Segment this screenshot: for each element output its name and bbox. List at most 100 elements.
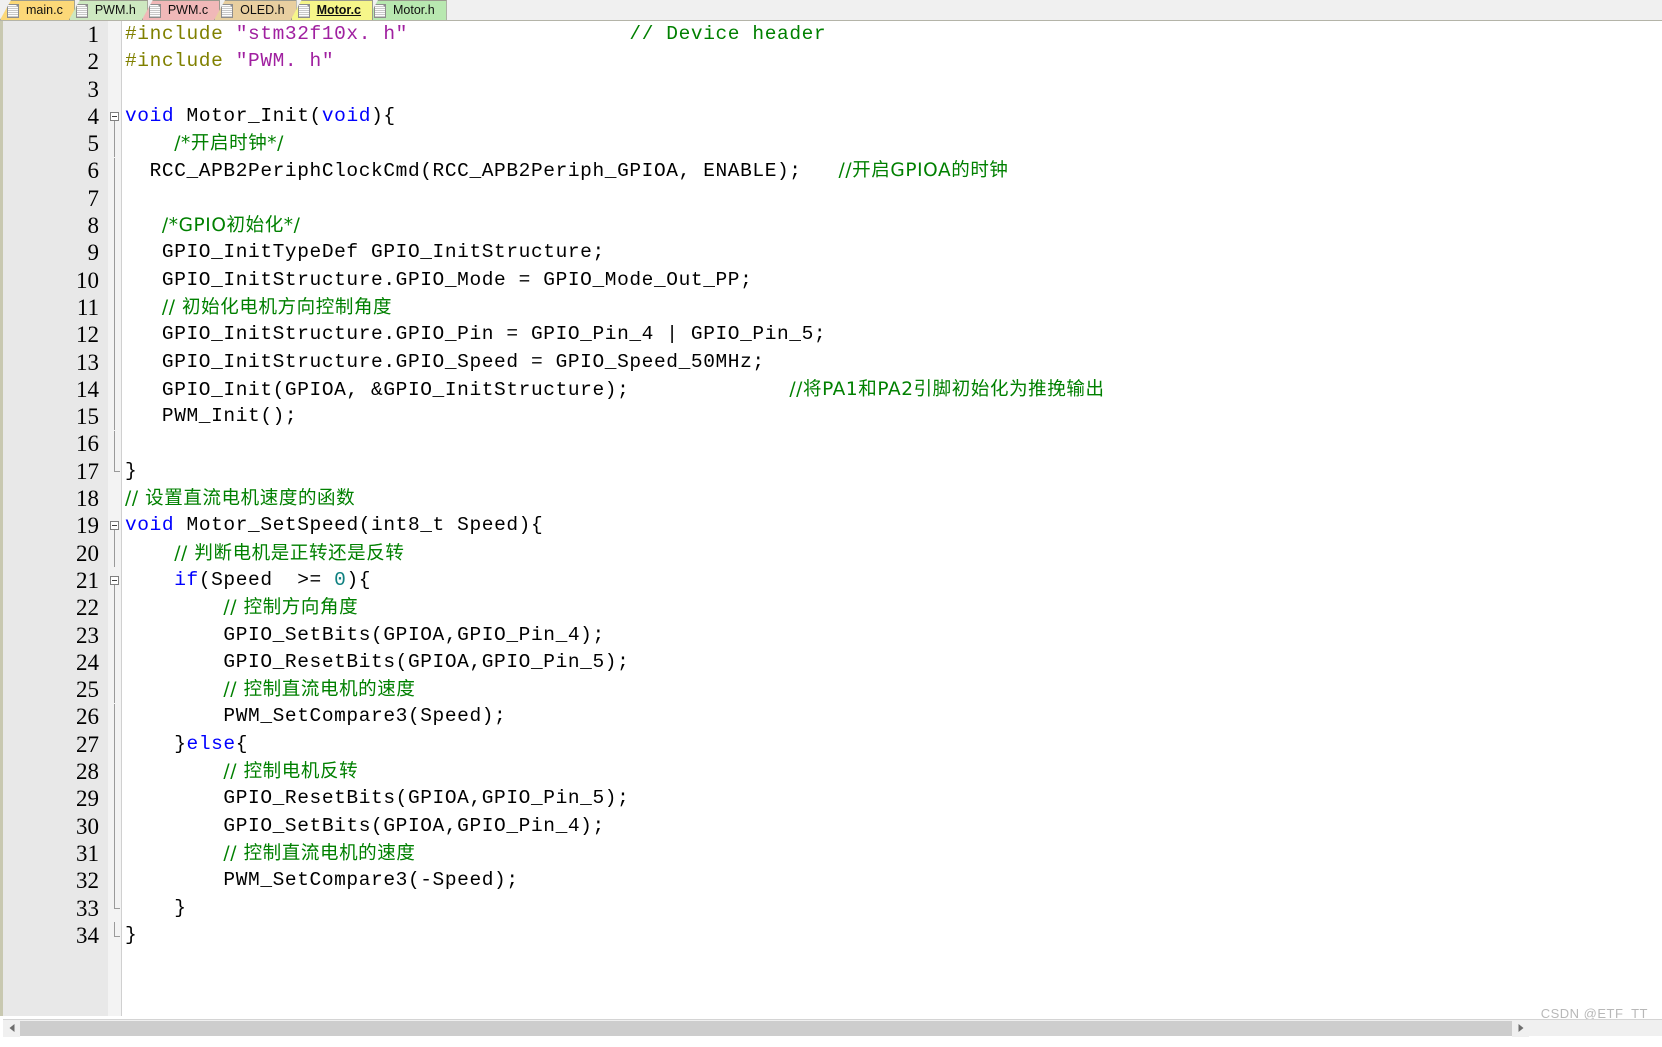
code-line[interactable]: void Motor_SetSpeed(int8_t Speed){ — [122, 512, 1662, 539]
code-line[interactable]: // 控制直流电机的速度 — [122, 676, 1662, 703]
line-number: 16 — [76, 431, 99, 457]
code-line[interactable]: /*开启时钟*/ — [122, 130, 1662, 157]
fold-end-marker — [114, 471, 120, 473]
horizontal-scrollbar[interactable]: CSDN @ETF_TT — [0, 1006, 1662, 1047]
code-token-kw: void — [321, 104, 372, 127]
code-line[interactable]: PWM_Init(); — [122, 403, 1662, 430]
code-line[interactable]: } — [122, 895, 1662, 922]
fold-line — [114, 321, 115, 349]
code-line[interactable]: GPIO_InitStructure.GPIO_Pin = GPIO_Pin_4… — [122, 321, 1662, 348]
code-token-cmt: // 初始化电机方向控制角度 — [161, 296, 393, 318]
line-number: 10 — [76, 267, 99, 293]
fold-line — [114, 730, 115, 759]
document-icon — [7, 3, 19, 18]
code-line[interactable]: }else{ — [122, 731, 1662, 758]
code-token-plain: PWM_Init(); — [125, 405, 298, 428]
tab-motor-h[interactable]: Motor.h — [367, 0, 447, 20]
fold-toggle-icon[interactable] — [110, 521, 119, 531]
code-token-kw: if — [174, 568, 199, 591]
fold-toggle-icon[interactable] — [110, 576, 119, 585]
code-folding-column[interactable] — [108, 21, 122, 1016]
code-token-cmt: // 控制直流电机的速度 — [223, 842, 416, 864]
fold-line — [114, 184, 115, 213]
code-line[interactable] — [122, 76, 1662, 103]
line-number: 34 — [76, 922, 99, 948]
scroll-left-arrow-icon[interactable] — [3, 1019, 20, 1037]
code-text-area[interactable]: #include "stm32f10x. h" // Device header… — [122, 21, 1662, 1016]
code-line[interactable]: PWM_SetCompare3(Speed); — [122, 703, 1662, 730]
code-token-plain: } — [125, 923, 138, 946]
code-line[interactable]: GPIO_InitStructure.GPIO_Mode = GPIO_Mode… — [122, 267, 1662, 294]
code-line[interactable]: // 初始化电机方向控制角度 — [122, 294, 1662, 321]
code-token-cmt: //开启GPIOA的时钟 — [838, 160, 1009, 182]
code-token-plain: ){ — [346, 568, 372, 591]
code-token-plain: PWM_SetCompare3(Speed); — [125, 705, 507, 728]
line-number: 22 — [76, 595, 99, 621]
code-token-plain: GPIO_InitStructure.GPIO_Speed = GPIO_Spe… — [125, 350, 765, 373]
line-number: 32 — [76, 868, 99, 894]
line-number: 11 — [76, 294, 99, 320]
fold-line — [114, 430, 115, 458]
code-line[interactable]: // 判断电机是正转还是反转 — [122, 540, 1662, 567]
code-line[interactable]: GPIO_SetBits(GPIOA,GPIO_Pin_4); — [122, 813, 1662, 840]
code-token-plain: GPIO_InitTypeDef GPIO_InitStructure; — [125, 241, 605, 264]
horizontal-scrollbar-thumb[interactable] — [20, 1020, 1513, 1036]
code-token-plain: { — [235, 732, 249, 755]
code-line[interactable]: if(Speed >= 0){ — [122, 567, 1662, 594]
code-token-cmt: // 设置直流电机速度的函数 — [125, 488, 356, 510]
code-line[interactable]: GPIO_InitTypeDef GPIO_InitStructure; — [122, 239, 1662, 266]
fold-toggle-icon[interactable] — [110, 111, 119, 121]
line-number: 26 — [76, 704, 99, 730]
tab-main-c[interactable]: main.c — [0, 0, 75, 20]
fold-line — [114, 375, 115, 404]
fold-line — [114, 676, 115, 704]
code-line[interactable]: // 设置直流电机速度的函数 — [122, 485, 1662, 512]
tab-motor-c[interactable]: Motor.c — [290, 0, 374, 20]
line-number: 31 — [76, 840, 99, 866]
code-line[interactable]: GPIO_ResetBits(GPIOA,GPIO_Pin_5); — [122, 785, 1662, 812]
line-number: 20 — [76, 540, 99, 566]
code-line[interactable] — [122, 430, 1662, 457]
code-line[interactable]: } — [122, 922, 1662, 949]
code-line[interactable]: // 控制方向角度 — [122, 594, 1662, 621]
fold-line — [114, 348, 115, 376]
code-line[interactable]: GPIO_SetBits(GPIOA,GPIO_Pin_4); — [122, 622, 1662, 649]
fold-line — [114, 894, 115, 909]
code-line[interactable] — [122, 185, 1662, 212]
fold-line — [114, 758, 115, 786]
tab-pwm-h[interactable]: PWM.h — [68, 0, 148, 20]
code-line[interactable]: // 控制电机反转 — [122, 758, 1662, 785]
fold-line — [114, 212, 115, 240]
code-line[interactable]: GPIO_InitStructure.GPIO_Speed = GPIO_Spe… — [122, 349, 1662, 376]
code-editor[interactable]: 1 2 3 4 5 6 7 8 9 10 11 12 13 14 15 16 17 18 19 20 21 22 23 24 2… — [0, 21, 1662, 1016]
code-line[interactable]: #include "PWM. h" — [122, 48, 1662, 75]
fold-line — [114, 294, 115, 322]
horizontal-scrollbar-track[interactable] — [3, 1019, 1662, 1037]
code-token-plain: Motor_Init( — [174, 104, 322, 127]
code-line[interactable]: #include "stm32f10x. h" // Device header — [122, 21, 1662, 48]
fold-line — [114, 648, 115, 677]
fold-end-marker — [114, 908, 120, 910]
code-line[interactable]: } — [122, 458, 1662, 485]
line-number: 18 — [76, 486, 99, 512]
fold-line — [114, 403, 115, 431]
code-line[interactable]: GPIO_Init(GPIOA, &GPIO_InitStructure); /… — [122, 376, 1662, 403]
fold-line — [114, 785, 115, 813]
code-line[interactable]: void Motor_Init(void){ — [122, 103, 1662, 130]
code-line[interactable]: RCC_APB2PeriphClockCmd(RCC_APB2Periph_GP… — [122, 157, 1662, 184]
code-line[interactable]: PWM_SetCompare3(-Speed); — [122, 867, 1662, 894]
scroll-right-arrow-icon[interactable] — [1512, 1019, 1530, 1037]
code-line[interactable]: // 控制直流电机的速度 — [122, 840, 1662, 867]
fold-line — [114, 921, 115, 936]
tab-oled-h[interactable]: OLED.h — [214, 0, 297, 20]
code-line[interactable]: /*GPIO初始化*/ — [122, 212, 1662, 239]
line-number: 21 — [76, 567, 99, 593]
code-line[interactable]: GPIO_ResetBits(GPIOA,GPIO_Pin_5); — [122, 649, 1662, 676]
tab-pwm-c[interactable]: PWM.c — [141, 0, 221, 20]
line-number: 1 — [87, 22, 100, 47]
